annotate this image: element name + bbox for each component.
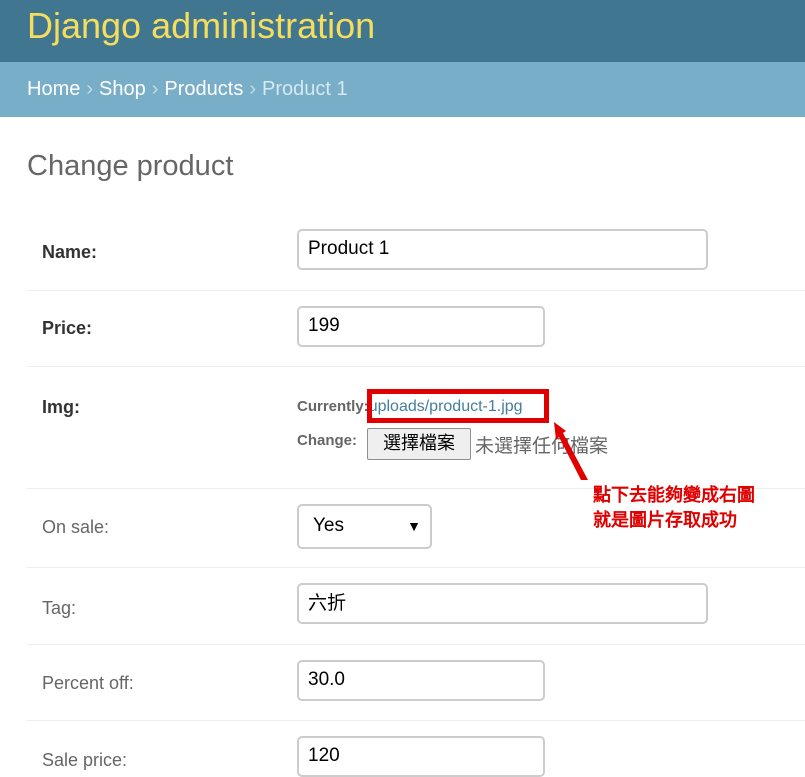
chevron-down-icon: ▼: [407, 518, 421, 534]
annotation-arrow-shape: [554, 422, 588, 480]
breadcrumb-separator: ›: [151, 78, 159, 100]
breadcrumb-home-link[interactable]: Home: [27, 78, 80, 100]
breadcrumb-current: Product 1: [262, 78, 348, 100]
header-bar: Django administration: [0, 0, 805, 62]
price-label: Price:: [42, 318, 93, 338]
form-row-name: Name: Product 1: [27, 214, 805, 291]
form-row-percent-off: Percent off: 30.0: [27, 644, 805, 721]
name-label: Name:: [42, 242, 98, 262]
annotation-highlight-box: [367, 389, 549, 423]
form-row-sale-price: Sale price: 120: [27, 720, 805, 777]
percent-off-input[interactable]: 30.0: [297, 660, 545, 701]
annotation-text: 點下去能夠變成右圖 就是圖片存取成功: [593, 483, 755, 533]
sale-price-label: Sale price:: [42, 750, 128, 770]
breadcrumb-separator: ›: [86, 78, 94, 100]
breadcrumb-shop-link[interactable]: Shop: [99, 78, 146, 100]
sale-price-input[interactable]: 120: [297, 736, 545, 777]
currently-label: Currently:: [297, 398, 369, 415]
price-input[interactable]: 199: [297, 306, 545, 347]
site-name[interactable]: Django administration: [27, 4, 375, 48]
page-title: Change product: [27, 150, 234, 182]
img-label: Img:: [42, 397, 80, 417]
breadcrumb-products-link[interactable]: Products: [164, 78, 243, 100]
on-sale-selected-value: Yes: [313, 515, 344, 536]
change-label: Change:: [297, 432, 357, 449]
breadcrumb-separator: ›: [249, 78, 257, 100]
name-input[interactable]: Product 1: [297, 229, 708, 270]
annotation-line-1: 點下去能夠變成右圖: [593, 485, 755, 506]
on-sale-label: On sale:: [42, 517, 110, 537]
percent-off-label: Percent off:: [42, 673, 134, 693]
tag-label: Tag:: [42, 598, 77, 618]
tag-input[interactable]: 六折: [297, 583, 708, 624]
form-row-tag: Tag: 六折: [27, 567, 805, 645]
form-row-price: Price: 199: [27, 290, 805, 367]
on-sale-select[interactable]: Yes ▼: [297, 504, 432, 549]
choose-file-button[interactable]: 選擇檔案: [367, 428, 471, 460]
annotation-line-2: 就是圖片存取成功: [593, 510, 737, 531]
breadcrumb: Home › Shop › Products › Product 1: [0, 62, 805, 117]
form-row-img: Img: Currently:uploads/product-1.jpg Cha…: [27, 366, 805, 489]
annotation-arrow-icon: [554, 422, 588, 480]
